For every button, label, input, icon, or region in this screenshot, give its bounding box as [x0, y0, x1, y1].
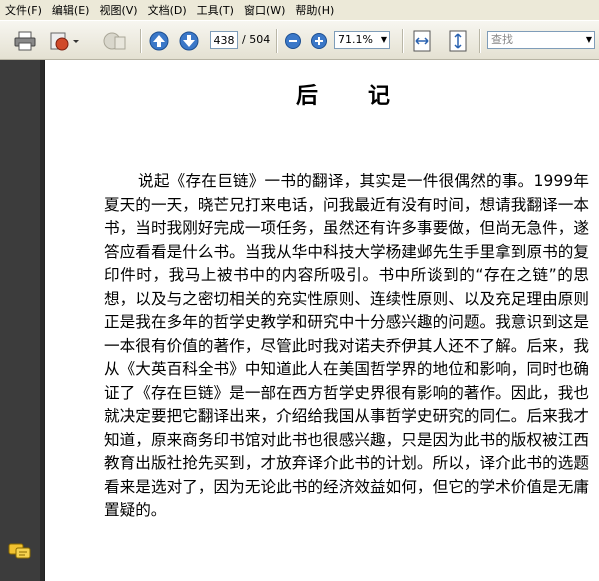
menu-bar: 文件(F) 编辑(E) 视图(V) 文档(D) 工具(T) 窗口(W) 帮助(H… [0, 0, 599, 20]
page-title: 后记 [296, 84, 441, 109]
page-total: / 504 [242, 33, 271, 46]
menu-help[interactable]: 帮助(H) [290, 2, 339, 18]
zoom-level-value: 71.1% [338, 33, 373, 46]
menu-tools[interactable]: 工具(T) [192, 2, 239, 18]
email-icon[interactable] [48, 29, 80, 53]
printer-icon[interactable] [12, 29, 38, 53]
body-paragraph: 说起《存在巨链》一书的翻译，其实是一件很偶然的事。1999年夏天的一天，晓芒兄打… [104, 172, 589, 519]
search-placeholder: 查找 [491, 33, 513, 46]
navigation-panel [0, 60, 45, 581]
menu-file[interactable]: 文件(F) [0, 2, 47, 18]
toolbar: 438 / 504 71.1% ▼ 查找 ▼ [0, 20, 599, 60]
zoom-level-select[interactable]: 71.1% ▼ [334, 31, 390, 49]
menu-edit[interactable]: 编辑(E) [47, 2, 95, 18]
fit-page-icon[interactable] [446, 29, 470, 53]
menu-window[interactable]: 窗口(W) [239, 2, 290, 18]
document-body: 说起《存在巨链》一书的翻译，其实是一件很偶然的事。1999年夏天的一天，晓芒兄打… [104, 170, 589, 523]
zoom-in-icon[interactable] [310, 32, 328, 50]
page-number-input[interactable]: 438 [210, 31, 238, 49]
review-icon[interactable] [100, 29, 130, 53]
chevron-down-icon: ▼ [585, 35, 592, 44]
menu-document[interactable]: 文档(D) [143, 2, 192, 18]
menu-view[interactable]: 视图(V) [94, 2, 142, 18]
page-down-icon[interactable] [178, 30, 200, 52]
search-input[interactable]: 查找 ▼ [487, 31, 595, 49]
fit-width-icon[interactable] [410, 29, 434, 53]
zoom-out-icon[interactable] [284, 32, 302, 50]
page-up-icon[interactable] [148, 30, 170, 52]
comments-icon[interactable] [8, 543, 32, 565]
panel-splitter[interactable] [40, 60, 44, 581]
chevron-down-icon: ▼ [380, 35, 387, 44]
